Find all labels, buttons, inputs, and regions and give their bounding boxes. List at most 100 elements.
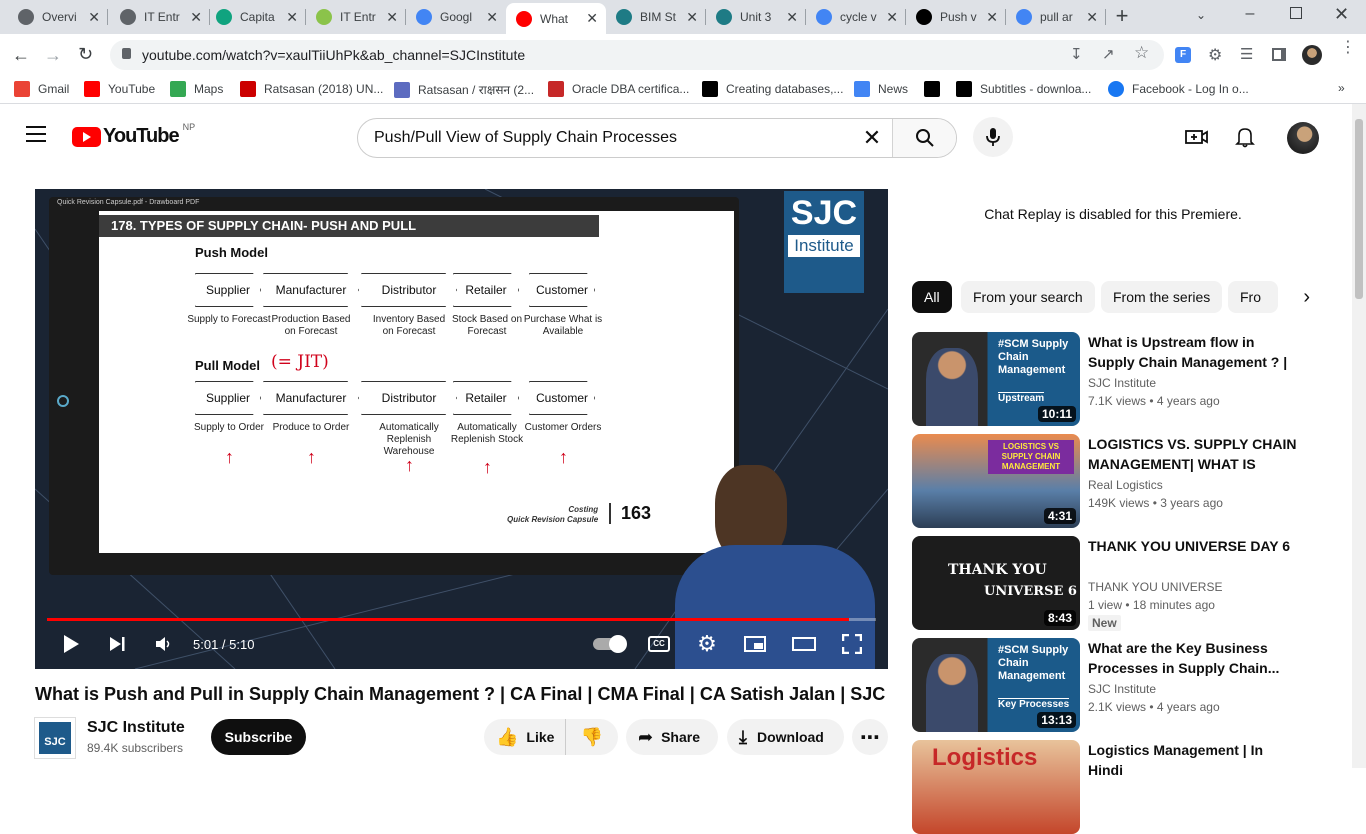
minimize-window-button[interactable]: – — [1240, 5, 1260, 23]
close-tab-icon[interactable]: ✕ — [586, 10, 598, 27]
recommended-video-title[interactable]: LOGISTICS VS. SUPPLY CHAIN MANAGEMENT| W… — [1088, 434, 1298, 474]
filter-chip[interactable]: Fro — [1228, 281, 1278, 313]
browser-tab[interactable]: Googl ✕ — [406, 0, 506, 34]
close-tab-icon[interactable]: ✕ — [486, 9, 498, 26]
recommended-video-title[interactable]: What are the Key Business Processes in S… — [1088, 638, 1298, 678]
video-thumbnail[interactable]: #SCM Supply Chain Management Upstream 10:1… — [912, 332, 1080, 426]
bookmark-item[interactable]: Subtitles - downloa... — [956, 81, 1091, 97]
new-tab-button[interactable]: + — [1110, 5, 1134, 29]
dislike-button[interactable]: 👎 — [566, 727, 618, 748]
bookmark-item[interactable]: Creating databases,... — [702, 81, 843, 97]
bookmark-item[interactable] — [924, 81, 948, 97]
recommended-video-title[interactable]: THANK YOU UNIVERSE DAY 6 — [1088, 536, 1298, 556]
close-tab-icon[interactable]: ✕ — [190, 9, 202, 26]
recommended-video[interactable]: Logistics Logistics Management | In Hindi — [912, 740, 1332, 834]
channel-name[interactable]: SJC Institute — [87, 719, 185, 737]
account-avatar[interactable] — [1287, 122, 1319, 154]
like-button[interactable]: 👍 Like — [484, 719, 566, 755]
tab-search-icon[interactable]: ⌄ — [1196, 8, 1206, 22]
share-button[interactable]: ➦ Share — [626, 719, 718, 755]
video-player[interactable]: Quick Revision Capsule.pdf - Drawboard P… — [35, 189, 888, 669]
next-button[interactable] — [105, 632, 129, 656]
back-arrow-icon[interactable]: ← — [12, 45, 30, 66]
recommended-video[interactable]: #SCM Supply Chain Management Key Processe… — [912, 638, 1332, 732]
more-actions-button[interactable]: ⋯ — [852, 719, 888, 755]
bookmark-star-icon[interactable]: ☆ — [1134, 43, 1149, 63]
bookmark-item[interactable]: Ratsasan (2018) UN... — [240, 81, 383, 97]
bookmark-item[interactable]: Facebook - Log In o... — [1108, 81, 1249, 97]
browser-tab[interactable]: What ✕ — [506, 3, 606, 34]
reading-list-icon[interactable]: ☰ — [1240, 45, 1253, 63]
close-tab-icon[interactable]: ✕ — [986, 9, 998, 26]
close-tab-icon[interactable]: ✕ — [886, 9, 898, 26]
fullscreen-button[interactable] — [841, 632, 863, 656]
browser-tab[interactable]: cycle v ✕ — [806, 0, 906, 34]
chips-next-arrow-icon[interactable]: › — [1280, 286, 1310, 309]
video-thumbnail[interactable]: #SCM Supply Chain Management Key Processe… — [912, 638, 1080, 732]
bookmark-item[interactable]: Maps — [170, 81, 223, 97]
filter-chip[interactable]: All — [912, 281, 952, 313]
video-thumbnail[interactable]: LOGISTICS VS SUPPLY CHAIN MANAGEMENT 4:31 — [912, 434, 1080, 528]
recommended-channel-name[interactable]: SJC Institute — [1088, 682, 1156, 696]
captions-button[interactable]: CC — [647, 632, 671, 656]
search-box[interactable]: Push/Pull View of Supply Chain Processes… — [357, 118, 957, 158]
extension-translate-icon[interactable]: F — [1175, 47, 1191, 63]
chrome-menu-icon[interactable]: ⋮ — [1340, 40, 1356, 56]
recommended-channel-name[interactable]: SJC Institute — [1088, 376, 1156, 390]
mute-button[interactable] — [151, 632, 175, 656]
settings-button[interactable]: ⚙ — [695, 631, 719, 656]
bookmark-item[interactable]: YouTube — [84, 81, 155, 97]
video-thumbnail[interactable]: THANK YOU UNIVERSE 6 8:43 — [912, 536, 1080, 630]
side-panel-icon[interactable] — [1272, 48, 1286, 61]
browser-tab[interactable]: pull ar ✕ — [1006, 0, 1106, 34]
clear-search-icon[interactable]: ✕ — [852, 119, 892, 157]
browser-tab[interactable]: IT Entr ✕ — [110, 0, 210, 34]
close-tab-icon[interactable]: ✕ — [786, 9, 798, 26]
scrollbar-thumb[interactable] — [1352, 116, 1366, 302]
subscribe-button[interactable]: Subscribe — [211, 719, 306, 755]
voice-search-button[interactable] — [973, 117, 1013, 157]
browser-tab[interactable]: BIM St ✕ — [606, 0, 706, 34]
close-tab-icon[interactable]: ✕ — [386, 9, 398, 26]
more-bookmarks-icon[interactable]: » — [1338, 81, 1345, 95]
recommended-video-title[interactable]: What is Upstream flow in Supply Chain Ma… — [1088, 332, 1298, 372]
theater-mode-button[interactable] — [791, 632, 817, 656]
recommended-video[interactable]: #SCM Supply Chain Management Upstream 10:1… — [912, 332, 1332, 426]
browser-tab[interactable]: IT Entr ✕ — [306, 0, 406, 34]
autoplay-toggle[interactable] — [591, 632, 627, 656]
browser-tab[interactable]: Push v ✕ — [906, 0, 1006, 34]
profile-avatar[interactable] — [1302, 45, 1322, 65]
close-tab-icon[interactable]: ✕ — [686, 9, 698, 26]
create-video-button[interactable] — [1177, 117, 1217, 157]
download-button[interactable]: ⤓ Download — [727, 719, 844, 755]
channel-avatar[interactable]: SJC — [34, 717, 76, 759]
install-app-icon[interactable]: ↧ — [1070, 45, 1083, 63]
bookmark-item[interactable]: Oracle DBA certifica... — [548, 81, 689, 97]
close-window-button[interactable]: ✕ — [1334, 4, 1349, 25]
recommended-video[interactable]: LOGISTICS VS SUPPLY CHAIN MANAGEMENT 4:31… — [912, 434, 1332, 528]
recommended-channel-name[interactable]: THANK YOU UNIVERSE — [1088, 580, 1222, 594]
bookmark-item[interactable]: News — [854, 81, 908, 97]
filter-chip[interactable]: From the series — [1101, 281, 1223, 313]
progress-bar[interactable] — [47, 618, 876, 621]
share-icon[interactable]: ↗ — [1102, 45, 1115, 63]
recommended-channel-name[interactable]: Real Logistics — [1088, 478, 1163, 492]
search-input[interactable]: Push/Pull View of Supply Chain Processes — [358, 119, 852, 157]
browser-tab[interactable]: Unit 3 ✕ — [706, 0, 806, 34]
close-tab-icon[interactable]: ✕ — [286, 9, 298, 26]
restore-window-button[interactable] — [1290, 7, 1302, 19]
miniplayer-button[interactable] — [743, 632, 767, 656]
search-button[interactable] — [892, 119, 956, 157]
reload-icon[interactable]: ↻ — [78, 44, 93, 65]
extensions-puzzle-icon[interactable]: ⚙ — [1208, 45, 1222, 65]
recommended-video[interactable]: THANK YOU UNIVERSE 6 8:43 THANK YOU UNIVERS… — [912, 536, 1332, 631]
youtube-logo[interactable]: YouTube NP — [72, 122, 195, 148]
video-thumbnail[interactable]: Logistics — [912, 740, 1080, 834]
recommended-video-title[interactable]: Logistics Management | In Hindi — [1088, 740, 1298, 780]
address-bar[interactable]: youtube.com/watch?v=xaulTiiUhPk&ab_chann… — [110, 40, 1164, 70]
guide-menu-icon[interactable] — [26, 126, 46, 142]
bookmark-item[interactable]: Ratsasan / राक्षसन (2... — [394, 81, 534, 98]
filter-chip[interactable]: From your search — [961, 281, 1095, 313]
bookmark-item[interactable]: Gmail — [14, 81, 69, 97]
close-tab-icon[interactable]: ✕ — [1086, 9, 1098, 26]
